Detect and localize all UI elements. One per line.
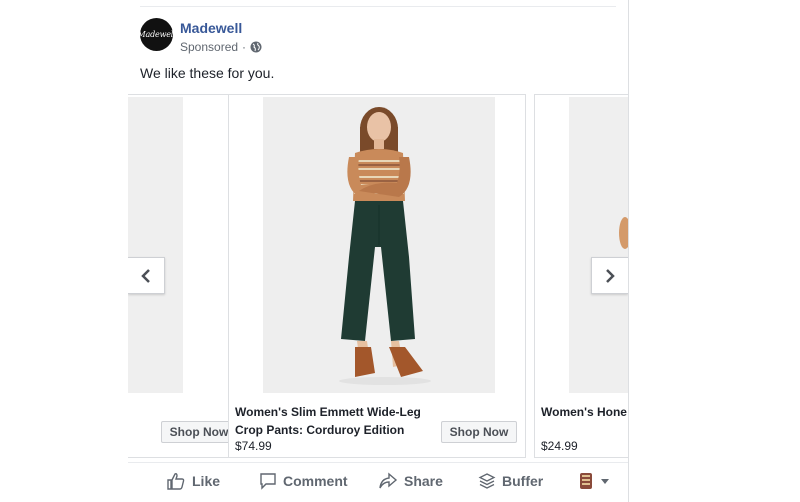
- share-label: Share: [404, 473, 443, 489]
- chevron-right-icon: [606, 268, 615, 283]
- avatar[interactable]: Madewell: [138, 18, 176, 51]
- globe-icon[interactable]: [250, 41, 262, 53]
- like-label: Like: [192, 473, 221, 489]
- product-price: $74.99: [235, 439, 272, 453]
- like-button[interactable]: Like: [166, 472, 220, 490]
- carousel-card[interactable]: Women's Slim Emmett Wide-Leg Crop Pants:…: [228, 94, 526, 458]
- product-image[interactable]: [535, 95, 628, 395]
- product-photo: [619, 217, 628, 249]
- like-icon: [167, 473, 185, 490]
- caret-down-icon: [601, 479, 609, 484]
- carousel-next-button[interactable]: [591, 257, 628, 294]
- comment-icon: [260, 473, 276, 490]
- buffer-label: Buffer: [502, 473, 544, 489]
- comment-button[interactable]: Comment: [259, 472, 348, 490]
- divider: [140, 6, 616, 7]
- comment-label: Comment: [283, 473, 348, 489]
- buffer-button[interactable]: Buffer: [478, 472, 543, 490]
- product-price: $24.99: [541, 439, 578, 453]
- buffer-icon: [478, 473, 496, 489]
- share-button[interactable]: Share: [378, 472, 443, 490]
- product-image[interactable]: [128, 95, 239, 395]
- profile-thumbnail-icon: [580, 473, 592, 489]
- product-image[interactable]: [229, 95, 525, 395]
- shop-now-button[interactable]: Shop Now: [441, 421, 517, 443]
- reaction-selector[interactable]: [578, 472, 610, 490]
- page-name-link[interactable]: Madewell: [180, 20, 242, 36]
- separator: ·: [242, 40, 247, 54]
- chevron-left-icon: [141, 268, 150, 283]
- product-title[interactable]: Women's Slim Emmett Wide-Leg Crop Pants:…: [235, 403, 430, 439]
- sponsored-row: Sponsored ·: [180, 40, 262, 54]
- model-photo: [339, 107, 431, 385]
- post-text: We like these for you.: [140, 65, 275, 81]
- product-title[interactable]: Women's Hone in Kasson Strip: [541, 403, 628, 421]
- shop-now-button[interactable]: Shop Now: [161, 421, 237, 443]
- sponsored-post: Madewell Madewell Sponsored · We like th…: [128, 0, 629, 502]
- carousel-prev-button[interactable]: [128, 257, 165, 294]
- post-actions-bar: Like Comment Share Buffer: [128, 462, 628, 499]
- share-icon: [379, 472, 398, 489]
- sponsored-label[interactable]: Sponsored: [180, 40, 238, 54]
